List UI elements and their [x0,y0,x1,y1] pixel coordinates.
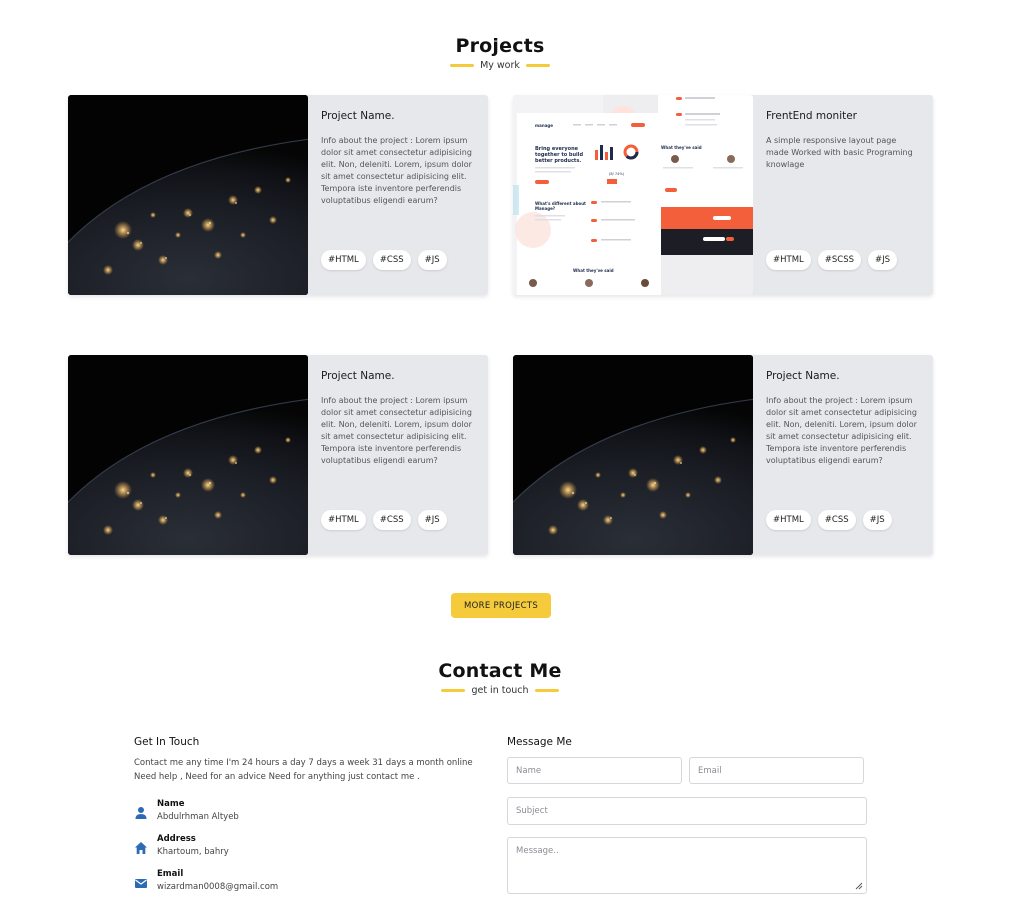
tag: #JS [868,250,898,270]
tag: #SCSS [817,250,862,270]
email-input[interactable]: Email [689,757,864,784]
tag: #JS [862,510,892,530]
contact-info-name: Name Abdulrhman Altyeb [134,799,239,822]
project-description: Info about the project : Lorem ipsum dol… [321,396,472,465]
project-title: Project Name. [766,370,840,382]
contact-label: Email [157,869,184,879]
subject-input[interactable]: Subject [507,797,867,825]
home-icon [135,842,147,854]
contact-subtitle: get in touch [471,685,529,696]
svg-text:What they've said: What they've said [661,145,702,150]
project-description: Info about the project : Lorem ipsum dol… [321,136,472,205]
contact-value: Abdulrhman Altyeb [157,812,239,822]
tag: #CSS [372,510,411,530]
project-description: Info about the project : Lorem ipsum dol… [766,396,917,465]
contact-value: Khartoum, bahry [157,847,229,857]
tag: #HTML [321,250,366,270]
project-description: A simple responsive layout page made Wor… [766,136,913,169]
tag: #JS [417,250,447,270]
tag: #CSS [817,510,856,530]
project-tags: #HTML #SCSS #JS [766,250,898,270]
get-in-touch-description: Contact me any time I'm 24 hours a day 7… [134,758,473,782]
svg-text:manage: manage [535,123,553,128]
contact-label: Address [157,834,196,844]
project-info: Project Name. Info about the project : L… [766,370,921,467]
project-tags: #HTML #CSS #JS [766,510,892,530]
project-image [513,355,753,555]
contact-value: wizardman0008@gmail.com [157,882,279,892]
project-card[interactable]: Project Name. Info about the project : L… [68,95,488,295]
project-info: Project Name. Info about the project : L… [321,110,476,207]
projects-subtitle: My work [480,60,520,71]
mail-icon [135,879,147,888]
tag: #CSS [372,250,411,270]
tag: #HTML [766,510,811,530]
project-title: Project Name. [321,110,395,122]
contact-info-address: Address Khartoum, bahry [134,834,229,857]
svg-text:What they've said: What they've said [573,268,614,273]
name-input[interactable]: Name [507,757,682,784]
tag: #JS [417,510,447,530]
project-card[interactable]: What they've said manage Bring everyone … [513,95,933,295]
divider [450,64,475,67]
contact-label: Name [157,799,185,809]
contact-info-email: Email wizardman0008@gmail.com [134,869,278,892]
contact-title: Contact Me [438,660,562,682]
project-image: What they've said manage Bring everyone … [513,95,753,295]
project-card[interactable]: Project Name. Info about the project : L… [513,355,933,555]
person-icon [135,807,147,819]
divider [441,689,466,692]
get-in-touch-title: Get In Touch [134,736,200,748]
projects-title: Projects [455,35,545,57]
project-title: FrentEnd moniter [766,110,858,122]
project-info: Project Name. Info about the project : L… [321,370,476,467]
more-projects-button[interactable]: MORE PROJECTS [451,593,551,618]
projects-header: Projects My work [0,35,1000,71]
divider [525,64,550,67]
tag: #HTML [766,250,811,270]
svg-text:better products.: better products. [535,158,581,164]
message-placeholder: Message.. [516,846,559,856]
project-title: Project Name. [321,370,395,382]
project-tags: #HTML #CSS #JS [321,250,447,270]
message-textarea[interactable]: Message.. [507,837,867,894]
project-info: FrentEnd moniter A simple responsive lay… [766,110,921,171]
project-tags: #HTML #CSS #JS [321,510,447,530]
divider [534,689,559,692]
project-image [68,95,308,295]
resize-handle-icon[interactable] [855,882,863,890]
message-me-title: Message Me [507,736,572,748]
project-image [68,355,308,555]
svg-text:Manage?: Manage? [535,206,556,211]
tag: #HTML [321,510,366,530]
contact-subtitle-row: get in touch [0,685,1000,696]
contact-header: Contact Me get in touch [0,660,1000,696]
project-card[interactable]: Project Name. Info about the project : L… [68,355,488,555]
svg-text:(8/ 74%): (8/ 74%) [609,172,625,176]
projects-subtitle-row: My work [0,60,1000,71]
